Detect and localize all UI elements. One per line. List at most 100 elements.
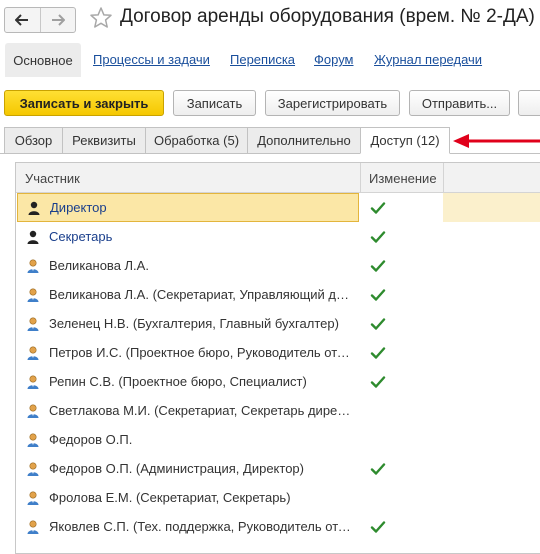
user-icon bbox=[25, 345, 41, 361]
tab-access[interactable]: Доступ (12) bbox=[360, 127, 450, 154]
save-and-close-button[interactable]: Записать и закрыть bbox=[4, 90, 164, 116]
participant-cell[interactable]: Петров И.С. (Проектное бюро, Руководител… bbox=[17, 338, 359, 367]
user-icon bbox=[25, 316, 41, 332]
forward-button[interactable] bbox=[39, 8, 75, 32]
tab-processing[interactable]: Обработка (5) bbox=[145, 127, 248, 154]
participant-name: Великанова Л.А. (Секретариат, Управляющи… bbox=[49, 287, 354, 302]
table-row[interactable]: Репин С.В. (Проектное бюро, Специалист) bbox=[16, 367, 540, 396]
participant-cell[interactable]: Репин С.В. (Проектное бюро, Специалист) bbox=[17, 367, 359, 396]
empty-cell bbox=[443, 512, 540, 541]
access-table: Участник Изменение Директор Секретарь Вели… bbox=[15, 162, 540, 554]
empty-cell bbox=[443, 309, 540, 338]
star-icon[interactable] bbox=[89, 6, 113, 30]
save-button[interactable]: Записать bbox=[173, 90, 256, 116]
change-cell[interactable] bbox=[360, 396, 443, 425]
participant-cell[interactable]: Великанова Л.А. (Секретариат, Управляющи… bbox=[17, 280, 359, 309]
change-cell[interactable] bbox=[360, 309, 443, 338]
page-title: Договор аренды оборудования (врем. № 2-Д… bbox=[120, 6, 535, 27]
participant-name: Секретарь bbox=[49, 229, 113, 244]
red-arrow-icon bbox=[453, 134, 540, 148]
check-icon bbox=[370, 346, 386, 360]
user-icon bbox=[25, 287, 41, 303]
user-icon bbox=[25, 403, 41, 419]
change-cell[interactable] bbox=[360, 512, 443, 541]
table-row[interactable]: Великанова Л.А. bbox=[16, 251, 540, 280]
empty-cell bbox=[443, 367, 540, 396]
participant-name: Репин С.В. (Проектное бюро, Специалист) bbox=[49, 374, 307, 389]
forward-arrow-icon bbox=[51, 14, 65, 26]
change-cell[interactable] bbox=[360, 251, 443, 280]
tab-overview[interactable]: Обзор bbox=[4, 127, 63, 154]
participant-cell[interactable]: Светлакова М.И. (Секретариат, Секретарь … bbox=[17, 396, 359, 425]
section-correspondence-link[interactable]: Переписка bbox=[230, 52, 295, 67]
empty-cell bbox=[443, 222, 540, 251]
change-cell[interactable] bbox=[360, 454, 443, 483]
change-cell[interactable] bbox=[360, 425, 443, 454]
section-main[interactable]: Основное bbox=[5, 43, 81, 77]
participant-cell[interactable]: Великанова Л.А. bbox=[17, 251, 359, 280]
participant-cell[interactable]: Федоров О.П. (Администрация, Директор) bbox=[17, 454, 359, 483]
participant-cell[interactable]: Яковлев С.П. (Тех. поддержка, Руководите… bbox=[17, 512, 359, 541]
participant-name: Петров И.С. (Проектное бюро, Руководител… bbox=[49, 345, 354, 360]
check-icon bbox=[370, 375, 386, 389]
section-forum-link[interactable]: Форум bbox=[314, 52, 354, 67]
table-row[interactable]: Петров И.С. (Проектное бюро, Руководител… bbox=[16, 338, 540, 367]
table-row[interactable]: Федоров О.П. bbox=[16, 425, 540, 454]
table-row[interactable]: Светлакова М.И. (Секретариат, Секретарь … bbox=[16, 396, 540, 425]
empty-cell bbox=[443, 338, 540, 367]
participant-cell[interactable]: Федоров О.П. bbox=[17, 425, 359, 454]
more-commands-button[interactable] bbox=[518, 90, 540, 116]
participant-name: Федоров О.П. bbox=[49, 432, 133, 447]
change-cell[interactable] bbox=[360, 222, 443, 251]
table-row[interactable]: Великанова Л.А. (Секретариат, Управляющи… bbox=[16, 280, 540, 309]
table-row[interactable]: Яковлев С.П. (Тех. поддержка, Руководите… bbox=[16, 512, 540, 541]
table-row[interactable]: Директор bbox=[16, 193, 540, 222]
change-cell[interactable] bbox=[360, 280, 443, 309]
section-journal-link[interactable]: Журнал передачи bbox=[374, 52, 482, 67]
participant-cell[interactable]: Зеленец Н.В. (Бухгалтерия, Главный бухга… bbox=[17, 309, 359, 338]
participant-name: Великанова Л.А. bbox=[49, 258, 149, 273]
table-row[interactable]: Зеленец Н.В. (Бухгалтерия, Главный бухга… bbox=[16, 309, 540, 338]
section-processes-link[interactable]: Процессы и задачи bbox=[93, 52, 210, 67]
user-icon bbox=[25, 519, 41, 535]
empty-cell bbox=[443, 396, 540, 425]
empty-cell bbox=[443, 425, 540, 454]
check-icon bbox=[370, 317, 386, 331]
tab-details[interactable]: Реквизиты bbox=[62, 127, 146, 154]
table-row[interactable]: Секретарь bbox=[16, 222, 540, 251]
column-header-change[interactable]: Изменение bbox=[360, 163, 443, 193]
check-icon bbox=[370, 259, 386, 273]
role-user-icon bbox=[25, 229, 41, 245]
table-row[interactable]: Фролова Е.М. (Секретариат, Секретарь) bbox=[16, 483, 540, 512]
send-button[interactable]: Отправить... bbox=[409, 90, 510, 116]
role-user-icon bbox=[26, 200, 42, 216]
check-icon bbox=[370, 462, 386, 476]
participant-name: Светлакова М.И. (Секретариат, Секретарь … bbox=[49, 403, 354, 418]
table-header: Участник Изменение bbox=[16, 163, 540, 193]
participant-cell[interactable]: Фролова Е.М. (Секретариат, Секретарь) bbox=[17, 483, 359, 512]
tab-additional[interactable]: Дополнительно bbox=[247, 127, 361, 154]
back-button[interactable] bbox=[5, 8, 40, 32]
change-cell[interactable] bbox=[360, 483, 443, 512]
back-arrow-icon bbox=[15, 14, 29, 26]
check-icon bbox=[370, 230, 386, 244]
section-nav: Основное Процессы и задачи Переписка Фор… bbox=[5, 43, 540, 77]
check-icon bbox=[370, 201, 386, 215]
user-icon bbox=[25, 374, 41, 390]
table-row[interactable]: Федоров О.П. (Администрация, Директор) bbox=[16, 454, 540, 483]
column-header-participant[interactable]: Участник bbox=[16, 163, 360, 193]
nav-buttons bbox=[4, 7, 76, 33]
participant-name: Федоров О.П. (Администрация, Директор) bbox=[49, 461, 304, 476]
empty-cell bbox=[443, 193, 540, 222]
participant-name: Яковлев С.П. (Тех. поддержка, Руководите… bbox=[49, 519, 354, 534]
participant-name: Директор bbox=[50, 200, 107, 215]
command-bar: Записать и закрыть Записать Зарегистриро… bbox=[0, 90, 540, 116]
change-cell[interactable] bbox=[360, 367, 443, 396]
change-cell[interactable] bbox=[360, 193, 443, 222]
participant-name: Зеленец Н.В. (Бухгалтерия, Главный бухга… bbox=[49, 316, 339, 331]
change-cell[interactable] bbox=[360, 338, 443, 367]
participant-cell[interactable]: Секретарь bbox=[17, 222, 359, 251]
user-icon bbox=[25, 490, 41, 506]
participant-cell[interactable]: Директор bbox=[17, 193, 359, 222]
register-button[interactable]: Зарегистрировать bbox=[265, 90, 400, 116]
